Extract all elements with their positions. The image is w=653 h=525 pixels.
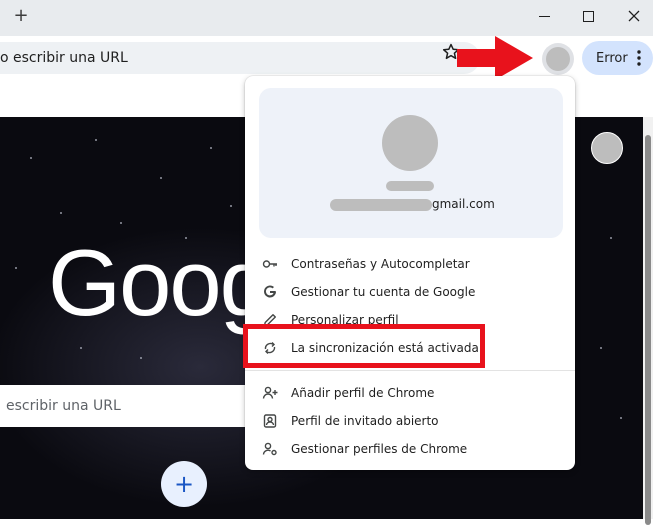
plus-icon: + [173,470,195,498]
star-dot [610,237,612,239]
star-dot [60,212,62,214]
redacted-email [330,199,432,211]
menu-item-label: Perfil de invitado abierto [291,414,439,428]
maximize-button[interactable] [568,4,608,28]
minimize-button[interactable] [524,4,564,28]
add-shortcut-button[interactable]: + [161,461,207,507]
menu-item-passwords[interactable]: Contraseñas y Autocompletar [245,250,575,278]
star-dot [160,177,162,179]
star-dot [30,157,32,159]
error-button[interactable]: Error [582,41,653,75]
star-dot [120,222,122,224]
menu-item-label: Gestionar tu cuenta de Google [291,285,476,299]
star-dot [95,139,97,141]
tab-strip: + [0,0,653,36]
minimize-icon [538,15,550,17]
manage-profiles-icon [262,441,278,457]
star-dot [140,357,142,359]
scrollbar-thumb[interactable] [645,135,651,525]
email-suffix: gmail.com [432,197,495,211]
menu-item-add-profile[interactable]: Añadir perfil de Chrome [245,379,575,407]
star-dot [600,347,602,349]
avatar [546,47,570,71]
address-bar[interactable]: o escribir una URL [0,42,480,74]
maximize-icon [582,10,594,22]
more-vert-icon [637,50,641,66]
star-dot [210,147,212,149]
menu-item-label: Añadir perfil de Chrome [291,386,435,400]
profile-menu: gmail.com Contraseñas y Autocompletar Ge… [245,76,575,470]
ntp-avatar[interactable] [591,132,623,164]
key-icon [262,256,278,272]
menu-item-guest-profile[interactable]: Perfil de invitado abierto [245,407,575,435]
close-button[interactable] [614,4,653,28]
account-avatar [382,115,438,171]
error-label: Error [596,50,628,66]
menu-divider [245,370,575,371]
star-dot [80,347,82,349]
google-g-icon [262,284,278,300]
ntp-search-box[interactable]: escribir una URL [0,385,280,427]
ntp-search-placeholder: escribir una URL [6,398,121,414]
redacted-name [386,181,434,191]
account-card: gmail.com [259,88,563,238]
new-tab-button[interactable]: + [11,6,31,26]
address-bar-text: o escribir una URL [0,50,128,66]
profile-button[interactable] [542,43,574,75]
scrollbar[interactable] [643,117,653,525]
menu-item-label: Contraseñas y Autocompletar [291,257,470,271]
menu-item-manage-account[interactable]: Gestionar tu cuenta de Google [245,278,575,306]
star-dot [230,205,232,207]
red-highlight-annotation [243,324,485,368]
add-person-icon [262,385,278,401]
google-logo: Goog [48,230,272,335]
menu-item-label: Gestionar perfiles de Chrome [291,442,468,456]
menu-item-manage-profiles[interactable]: Gestionar perfiles de Chrome [245,435,575,463]
star-dot [15,267,17,269]
close-icon [628,10,640,22]
star-dot [620,417,622,419]
guest-profile-icon [262,413,278,429]
